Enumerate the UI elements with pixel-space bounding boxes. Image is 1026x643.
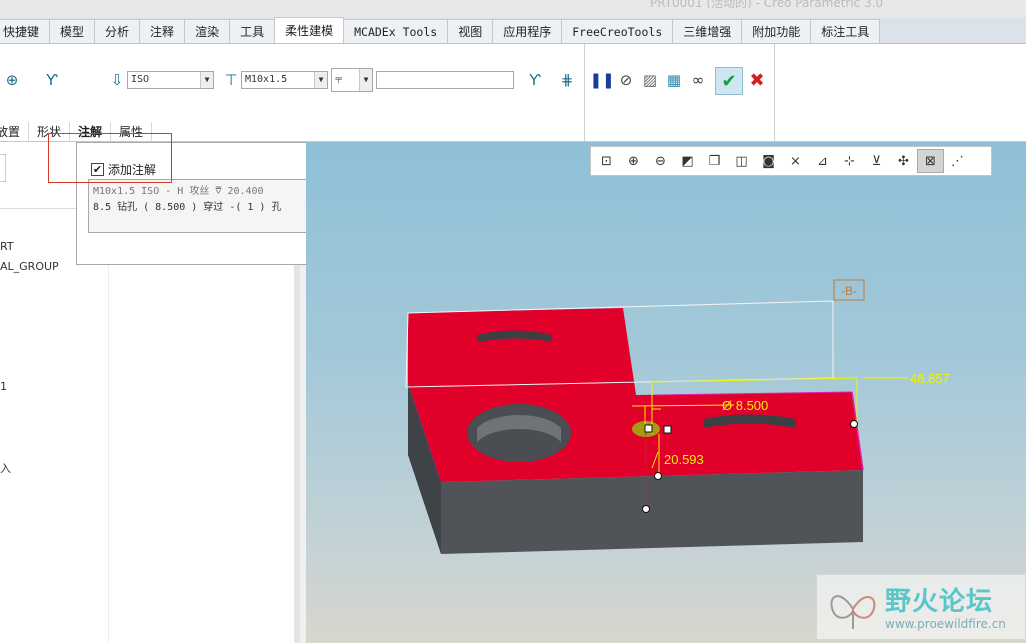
tab-8[interactable]: 视图 <box>447 19 494 43</box>
graphics-toolbar: ⊡ ⊕ ⊖ ◩ ❒ ◫ ◙ ⨯ ⊿ ⊹ ⊻ ✣ ⊠ ⋰ <box>590 146 992 176</box>
drag-handle[interactable] <box>654 472 662 480</box>
datum-points-icon[interactable]: ⊹ <box>836 149 863 173</box>
tab-6[interactable]: 柔性建模 <box>274 17 345 43</box>
tree-item[interactable]: AL_GROUP <box>0 260 59 273</box>
tab-3[interactable]: 注释 <box>139 19 186 43</box>
depth-blind-icon: ⫧ <box>335 72 343 87</box>
annotation-toggle-icon[interactable]: ⊠ <box>917 149 944 173</box>
butterfly-logo-icon <box>830 595 876 629</box>
drag-handle[interactable] <box>663 425 672 434</box>
ribbon-separator <box>774 44 775 142</box>
tab-7[interactable]: MCADEx Tools <box>343 19 449 43</box>
subtab-0[interactable]: 放置 <box>0 122 30 142</box>
thread-size-select[interactable]: M10x1.5 ▼ <box>241 71 328 89</box>
countersink-icon[interactable]: Ƴ <box>523 68 547 92</box>
datum-planes-icon[interactable]: ⨯ <box>782 149 809 173</box>
y-dimension[interactable]: 20.593 <box>664 452 704 467</box>
thread-icon[interactable]: ⇩ <box>105 68 129 92</box>
hole-profile-icon[interactable]: Ƴ <box>40 68 64 92</box>
ribbon-panel: ⊕ Ƴ ⇩ ISO ▼ ⊤ M10x1.5 ▼ ⫧ ▼ Ƴ ⋕ ❚❚ ⊘ ▨ ▦ ∞ … <box>0 44 1026 142</box>
display-style-icon[interactable]: ◫ <box>728 149 755 173</box>
zoom-out-icon[interactable]: ⊖ <box>647 149 674 173</box>
diameter-dimension[interactable]: Ø 8.500 <box>722 398 768 413</box>
drag-handle[interactable] <box>850 420 858 428</box>
datum-label: -B- <box>841 284 857 298</box>
tab-5[interactable]: 工具 <box>229 19 276 43</box>
tab-1[interactable]: 模型 <box>49 19 96 43</box>
watermark-url: www.proewildfire.cn <box>885 617 1006 631</box>
zoom-in-icon[interactable]: ⊕ <box>620 149 647 173</box>
highlight-box <box>48 133 172 183</box>
saved-views-icon[interactable]: ❒ <box>701 149 728 173</box>
title-bar: PRT0001 (活动的) - Creo Parametric 3.0 <box>0 0 1026 18</box>
coordinate-systems-icon[interactable]: ⊻ <box>863 149 890 173</box>
tab-9[interactable]: 应用程序 <box>492 19 563 43</box>
tree-scroll-handle[interactable] <box>0 154 6 182</box>
tab-13[interactable]: 标注工具 <box>810 19 881 43</box>
tab-2[interactable]: 分析 <box>94 19 141 43</box>
zoom-window-icon[interactable]: ⊡ <box>593 149 620 173</box>
chevron-down-icon[interactable]: ▼ <box>359 69 372 91</box>
part-top-face <box>408 308 863 482</box>
spin-center-icon[interactable]: ⋰ <box>944 149 971 173</box>
crosshair-icon[interactable]: ⊕ <box>0 68 24 92</box>
depth-option-select[interactable]: ⫧ ▼ <box>331 68 373 92</box>
tab-11[interactable]: 三维增强 <box>672 19 743 43</box>
tab-12[interactable]: 附加功能 <box>741 19 812 43</box>
chevron-down-icon[interactable]: ▼ <box>200 72 213 88</box>
drag-handle[interactable] <box>644 424 653 433</box>
screw-size-icon: ⊤ <box>224 71 238 89</box>
chevron-down-icon[interactable]: ▼ <box>314 72 327 88</box>
x-dimension[interactable]: 48.857 <box>910 371 950 386</box>
verify-icon[interactable]: ▦ <box>662 68 686 92</box>
forum-watermark: 野火论坛 www.proewildfire.cn <box>816 574 1026 640</box>
standard-select[interactable]: ISO ▼ <box>127 71 214 89</box>
view-manager-icon[interactable]: ◙ <box>755 149 782 173</box>
drag-handle[interactable] <box>642 505 650 513</box>
tree-item[interactable]: 1 <box>0 380 7 393</box>
tab-10[interactable]: FreeCreoTools <box>561 19 674 43</box>
ribbon-tab-bar: 快捷键 模型 分析 注释 渲染 工具 柔性建模 MCADEx Tools 视图 应用程序 FreeC… <box>0 17 1026 44</box>
refit-icon[interactable]: ◩ <box>674 149 701 173</box>
pause-icon[interactable]: ❚❚ <box>589 68 614 92</box>
annotations-display-icon[interactable]: ✣ <box>890 149 917 173</box>
confirm-check-icon[interactable]: ✔ <box>715 67 743 95</box>
part-model[interactable]: -B- Ø 8.500 48.857 20.593 <box>306 142 1026 643</box>
tab-4[interactable]: 渲染 <box>184 19 231 43</box>
ribbon-separator <box>584 44 585 142</box>
tab-0[interactable]: 快捷键 <box>0 19 51 43</box>
no-preview-icon[interactable]: ⊘ <box>614 68 638 92</box>
datum-axes-icon[interactable]: ⊿ <box>809 149 836 173</box>
graphics-window[interactable]: -B- Ø 8.500 48.857 20.593 ⊡ ⊕ ⊖ ◩ ❒ ◫ ◙ … <box>306 142 1026 643</box>
tree-item[interactable]: 入 <box>0 460 11 476</box>
tree-item[interactable]: RT <box>0 240 14 253</box>
counterbore-icon[interactable]: ⋕ <box>555 68 579 92</box>
geometry-preview-icon[interactable]: ▨ <box>638 68 662 92</box>
watermark-title: 野火论坛 <box>885 587 994 617</box>
cancel-x-icon[interactable]: ✖ <box>745 68 769 92</box>
glasses-icon[interactable]: ∞ <box>686 68 710 92</box>
depth-value-input[interactable] <box>376 71 514 89</box>
window-title: PRT0001 (活动的) - Creo Parametric 3.0 <box>650 0 884 10</box>
part-front-face <box>441 470 863 554</box>
